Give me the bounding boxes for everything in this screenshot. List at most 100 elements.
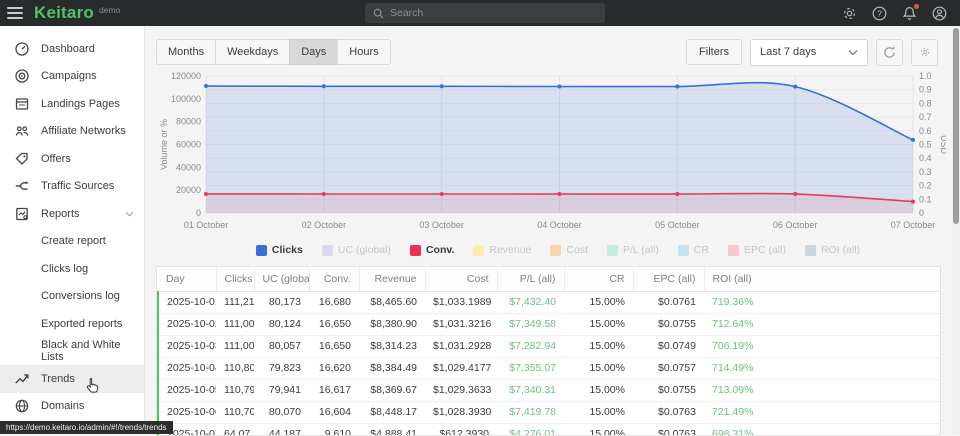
sidebar-item-trends[interactable]: Trends xyxy=(0,365,144,393)
sidebar-item-dashboard[interactable]: Dashboard xyxy=(0,35,144,63)
menu-toggle-icon[interactable] xyxy=(0,0,30,26)
period-tab-days[interactable]: Days xyxy=(289,39,337,65)
sidebar-item-label: Affiliate Networks xyxy=(41,125,126,137)
cell-conv-: 16,680 xyxy=(309,291,359,313)
sidebar-item-label: Traffic Sources xyxy=(41,180,114,192)
column-header-day[interactable]: Day xyxy=(158,267,216,291)
column-header-cost[interactable]: Cost xyxy=(425,267,497,291)
legend-item-cost[interactable]: Cost xyxy=(550,244,588,256)
cell-p-l-all-: $7,355.07 xyxy=(497,357,564,379)
cell-conv-: 16,617 xyxy=(309,379,359,401)
column-header-roi-all-[interactable]: ROI (all) xyxy=(704,267,940,291)
legend-swatch xyxy=(410,245,421,256)
sidebar-item-clicks-log[interactable]: Clicks log xyxy=(0,255,144,283)
sidebar-item-reports[interactable]: Reports xyxy=(0,200,144,228)
cell-clicks: 111,00 xyxy=(216,335,254,357)
table-row: 2025-10-06110,7080,07016,604$8,448.17$1,… xyxy=(158,401,940,423)
legend-swatch xyxy=(678,245,689,256)
gear-icon xyxy=(919,46,931,58)
sidebar-item-black-and-white-lists[interactable]: Black and White Lists xyxy=(0,338,144,366)
sidebar-item-conversions-log[interactable]: Conversions log xyxy=(0,283,144,311)
legend-item-revenue[interactable]: Revenue xyxy=(473,244,531,256)
trends-table: DayClicksUC (global)Conv.RevenueCostP/L … xyxy=(157,267,940,436)
svg-text:40000: 40000 xyxy=(176,162,201,172)
legend-item-clicks[interactable]: Clicks xyxy=(256,244,303,256)
cell-p-l-all-: $7,282.94 xyxy=(497,335,564,357)
account-icon[interactable] xyxy=(931,5,948,22)
period-tab-hours[interactable]: Hours xyxy=(337,39,390,65)
filters-button[interactable]: Filters xyxy=(686,39,742,65)
page-scrollbar[interactable] xyxy=(952,26,960,434)
status-url-tooltip: https://demo.keitaro.io/admin/#!/trends/… xyxy=(0,421,173,434)
legend-item-p-l-all-[interactable]: P/L (all) xyxy=(607,244,659,256)
cell-day: 2025-10-04 xyxy=(158,357,216,379)
reports-icon xyxy=(14,206,30,222)
legend-item-roi-all-[interactable]: ROI (all) xyxy=(805,244,860,256)
cell-roi-all-: 714.49% xyxy=(704,357,940,379)
cell-roi-all-: 713.09% xyxy=(704,379,940,401)
sidebar-item-label: Domains xyxy=(41,400,84,412)
legend-item-epc-all-[interactable]: EPC (all) xyxy=(728,244,786,256)
trends-toolbar: MonthsWeekdaysDaysHours Filters Last 7 d… xyxy=(156,38,960,66)
cell-p-l-all-: $7,432.40 xyxy=(497,291,564,313)
period-tab-weekdays[interactable]: Weekdays xyxy=(215,39,289,65)
legend-swatch xyxy=(805,245,816,256)
chart-settings-button[interactable] xyxy=(911,39,938,66)
sidebar-item-label: Landings Pages xyxy=(41,98,120,110)
cell-cost: $612.3930 xyxy=(425,423,497,436)
cell-epc-all-: $0.0763 xyxy=(633,423,704,436)
global-search[interactable] xyxy=(365,3,605,23)
legend-item-uc-global-[interactable]: UC (global) xyxy=(322,244,391,256)
cell-cost: $1,033.1989 xyxy=(425,291,497,313)
sidebar-item-landings-pages[interactable]: Landings Pages xyxy=(0,90,144,118)
svg-text:0.9: 0.9 xyxy=(919,85,932,95)
cell-cost: $1,029.4177 xyxy=(425,357,497,379)
sidebar-item-create-report[interactable]: Create report xyxy=(0,228,144,256)
cell-p-l-all-: $7,419.78 xyxy=(497,401,564,423)
affiliate-icon xyxy=(14,123,30,139)
cell-clicks: 64,07 xyxy=(216,423,254,436)
notifications-bell-icon[interactable] xyxy=(901,5,918,22)
column-header-revenue[interactable]: Revenue xyxy=(359,267,425,291)
legend-label: EPC (all) xyxy=(744,244,786,256)
svg-text:0.3: 0.3 xyxy=(919,167,932,177)
app-logo[interactable]: Keitaro xyxy=(34,3,94,23)
cell-cr: 15.00% xyxy=(564,423,633,436)
cell-cost: $1,028.3930 xyxy=(425,401,497,423)
scrollbar-thumb[interactable] xyxy=(953,28,959,224)
domains-icon xyxy=(14,398,30,414)
sidebar-item-domains[interactable]: Domains xyxy=(0,393,144,421)
cell-revenue: $8,369.67 xyxy=(359,379,425,401)
refresh-button[interactable] xyxy=(876,39,903,66)
sidebar-item-traffic-sources[interactable]: Traffic Sources xyxy=(0,173,144,201)
column-header-conv-[interactable]: Conv. xyxy=(309,267,359,291)
cell-conv-: 16,650 xyxy=(309,313,359,335)
legend-item-conv-[interactable]: Conv. xyxy=(410,244,454,256)
sidebar-item-campaigns[interactable]: Campaigns xyxy=(0,63,144,91)
legend-label: CR xyxy=(694,244,709,256)
column-header-clicks[interactable]: Clicks xyxy=(216,267,254,291)
top-navbar: Keitaro demo ? xyxy=(0,0,960,26)
sidebar-item-affiliate-networks[interactable]: Affiliate Networks xyxy=(0,118,144,146)
column-header-uc-global-[interactable]: UC (global) xyxy=(254,267,309,291)
sidebar-item-exported-reports[interactable]: Exported reports xyxy=(0,310,144,338)
table-row: 2025-10-0764,0744,1879,610$4,888.41$612.… xyxy=(158,423,940,436)
legend-label: Revenue xyxy=(489,244,531,256)
settings-gear-icon[interactable] xyxy=(841,5,858,22)
column-header-p-l-all-[interactable]: P/L (all) xyxy=(497,267,564,291)
table-row: 2025-10-04110,8079,82316,620$8,384.49$1,… xyxy=(158,357,940,379)
column-header-epc-all-[interactable]: EPC (all) xyxy=(633,267,704,291)
legend-item-cr[interactable]: CR xyxy=(678,244,709,256)
date-range-select[interactable]: Last 7 days xyxy=(750,39,868,66)
search-input[interactable] xyxy=(390,7,597,19)
sidebar-item-offers[interactable]: Offers xyxy=(0,145,144,173)
cell-roi-all-: 698.31% xyxy=(704,423,940,436)
column-header-cr[interactable]: CR xyxy=(564,267,633,291)
period-tab-months[interactable]: Months xyxy=(156,39,215,65)
help-icon[interactable]: ? xyxy=(871,5,888,22)
cell-epc-all-: $0.0761 xyxy=(633,291,704,313)
cell-conv-: 16,620 xyxy=(309,357,359,379)
svg-text:0.7: 0.7 xyxy=(919,112,932,122)
cell-day: 2025-10-02 xyxy=(158,313,216,335)
sidebar-item-label: Dashboard xyxy=(41,43,95,55)
